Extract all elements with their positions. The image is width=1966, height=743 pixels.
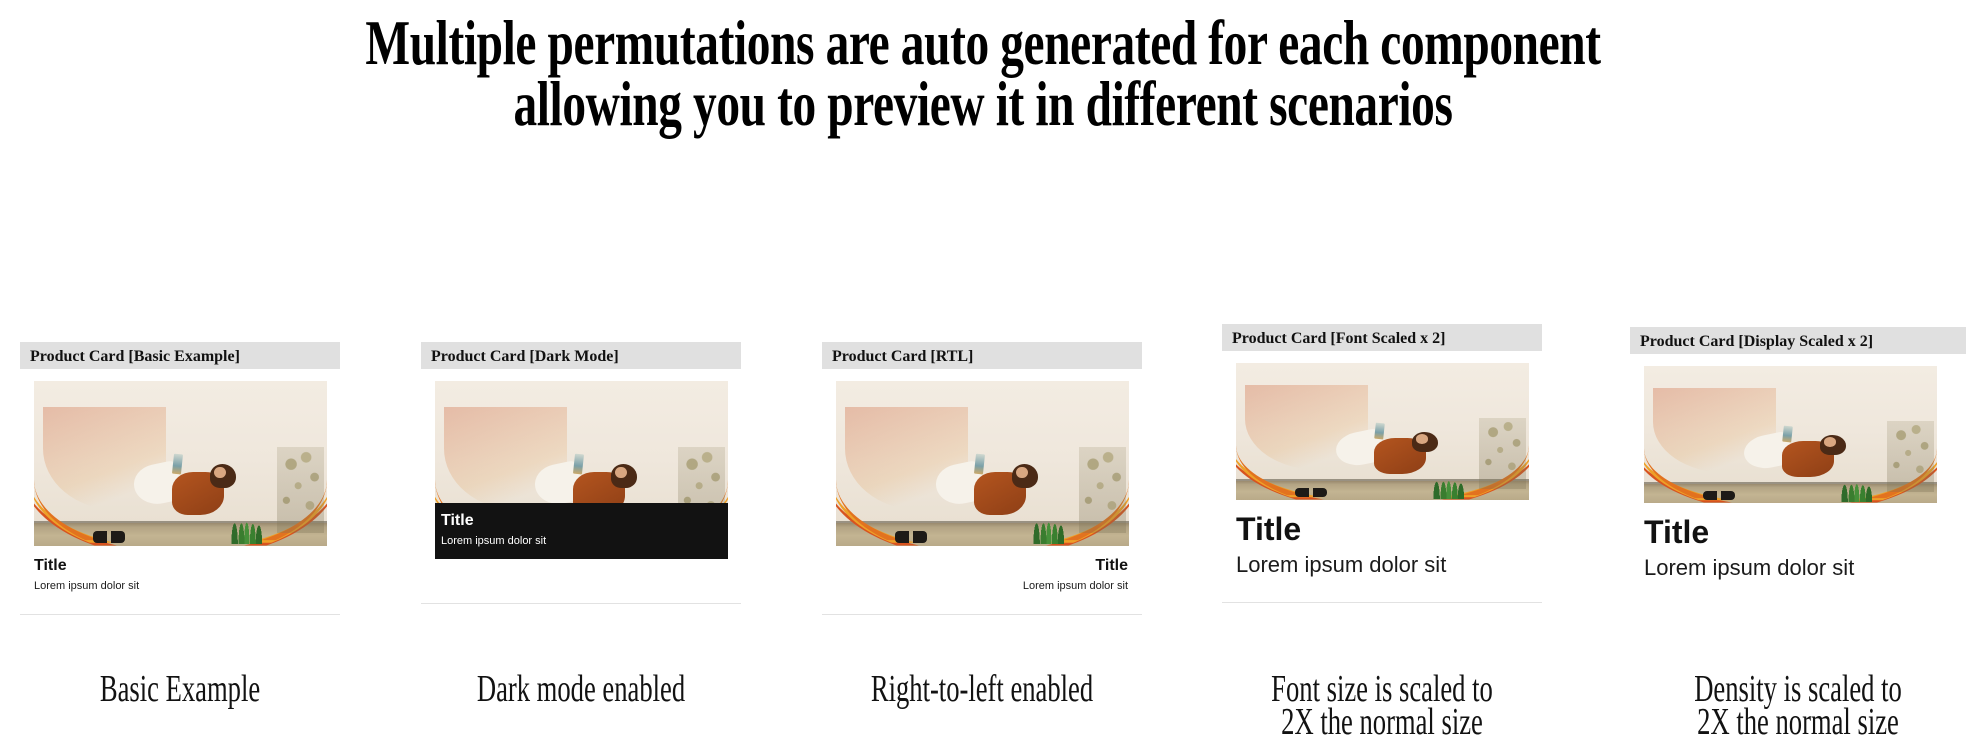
dry-bush (1079, 447, 1127, 533)
permutation-display-scaled: Product Card [Display Scaled x 2] Title … (1630, 327, 1966, 605)
product-image (1236, 363, 1529, 500)
product-card-display-scaled[interactable]: Title Lorem ipsum dolor sit (1630, 354, 1966, 605)
page-title-line-2: allowing you to preview it in different … (513, 68, 1453, 139)
permutation-dark-mode: Product Card [Dark Mode] Title Lorem ips… (421, 342, 741, 604)
card-subtitle: Lorem ipsum dolor sit (441, 535, 547, 547)
caption-text-line-2: 2X the normal size (1697, 701, 1899, 743)
card-title: Title (441, 512, 474, 529)
page-title-line-1: Multiple permutations are auto generated… (365, 7, 1601, 78)
card-label-display-scaled: Product Card [Display Scaled x 2] (1630, 327, 1966, 354)
card-label-text: Product Card [Font Scaled x 2] (1232, 330, 1446, 347)
product-card-rtl[interactable]: Title Lorem ipsum dolor sit (822, 369, 1142, 615)
card-label-dark-mode: Product Card [Dark Mode] (421, 342, 741, 369)
permutation-strip: Product Card [Basic Example] Title Lorem… (0, 134, 1966, 741)
card-label-text: Product Card [RTL] (832, 348, 974, 365)
caption-rtl: Right-to-left enabled (870, 670, 1094, 708)
product-card-dark-mode[interactable]: Title Lorem ipsum dolor sit (421, 369, 741, 604)
card-title: Title (1644, 514, 1710, 550)
caption-dark-mode: Dark mode enabled (469, 670, 693, 708)
dry-bush (277, 447, 325, 533)
card-label-text: Product Card [Dark Mode] (431, 348, 619, 365)
card-text-block: Title Lorem ipsum dolor sit (20, 546, 340, 594)
card-label-basic-example: Product Card [Basic Example] (20, 342, 340, 369)
card-label-rtl: Product Card [RTL] (822, 342, 1142, 369)
card-text-block: Title Lorem ipsum dolor sit (1630, 503, 1966, 583)
card-text-block: Title Lorem ipsum dolor sit (435, 503, 728, 559)
agave-plant (1837, 471, 1876, 502)
permutation-rtl: Product Card [RTL] Title Lorem ipsum dol… (822, 342, 1142, 615)
agave-plant (227, 508, 266, 545)
caption-text-line-1: Density is scaled to (1694, 668, 1902, 710)
sandals (1294, 487, 1327, 498)
product-image (1644, 366, 1937, 503)
card-subtitle: Lorem ipsum dolor sit (1022, 580, 1128, 592)
product-image (836, 381, 1129, 546)
caption-text: Basic Example (99, 668, 261, 710)
dry-bush (1887, 420, 1935, 493)
card-text-block: Title Lorem ipsum dolor sit (822, 546, 1142, 594)
card-subtitle: Lorem ipsum dolor sit (34, 580, 140, 592)
caption-text: Dark mode enabled (476, 668, 686, 710)
caption-text-line-1: Font size is scaled to (1271, 668, 1493, 710)
sandals (1702, 490, 1735, 501)
caption-basic-example: Basic Example (68, 670, 292, 708)
permutation-font-scaled: Product Card [Font Scaled x 2] Title Lor… (1222, 324, 1542, 603)
permutation-basic-example: Product Card [Basic Example] Title Lorem… (20, 342, 340, 615)
product-image (34, 381, 327, 546)
card-label-font-scaled: Product Card [Font Scaled x 2] (1222, 324, 1542, 351)
person-face (1416, 434, 1428, 444)
dark-card-spacer (421, 559, 741, 583)
card-subtitle: Lorem ipsum dolor sit (1644, 555, 1855, 580)
dry-bush (1479, 417, 1527, 490)
product-card-basic-example[interactable]: Title Lorem ipsum dolor sit (20, 369, 340, 615)
caption-text: Right-to-left enabled (870, 668, 1094, 710)
agave-plant (1429, 468, 1468, 499)
card-label-text: Product Card [Display Scaled x 2] (1640, 333, 1874, 350)
card-text-block: Title Lorem ipsum dolor sit (1222, 500, 1542, 580)
sandals (894, 531, 927, 543)
caption-text-line-2: 2X the normal size (1281, 701, 1483, 743)
card-label-text: Product Card [Basic Example] (30, 348, 240, 365)
card-title: Title (34, 557, 67, 574)
agave-plant (1029, 508, 1068, 545)
card-title: Title (1095, 557, 1128, 574)
card-title: Title (1236, 511, 1302, 547)
card-subtitle: Lorem ipsum dolor sit (1236, 552, 1447, 577)
page-title: Multiple permutations are auto generated… (256, 0, 1711, 139)
sandals (92, 531, 125, 543)
person-face (1824, 437, 1836, 447)
product-card-font-scaled[interactable]: Title Lorem ipsum dolor sit (1222, 351, 1542, 603)
